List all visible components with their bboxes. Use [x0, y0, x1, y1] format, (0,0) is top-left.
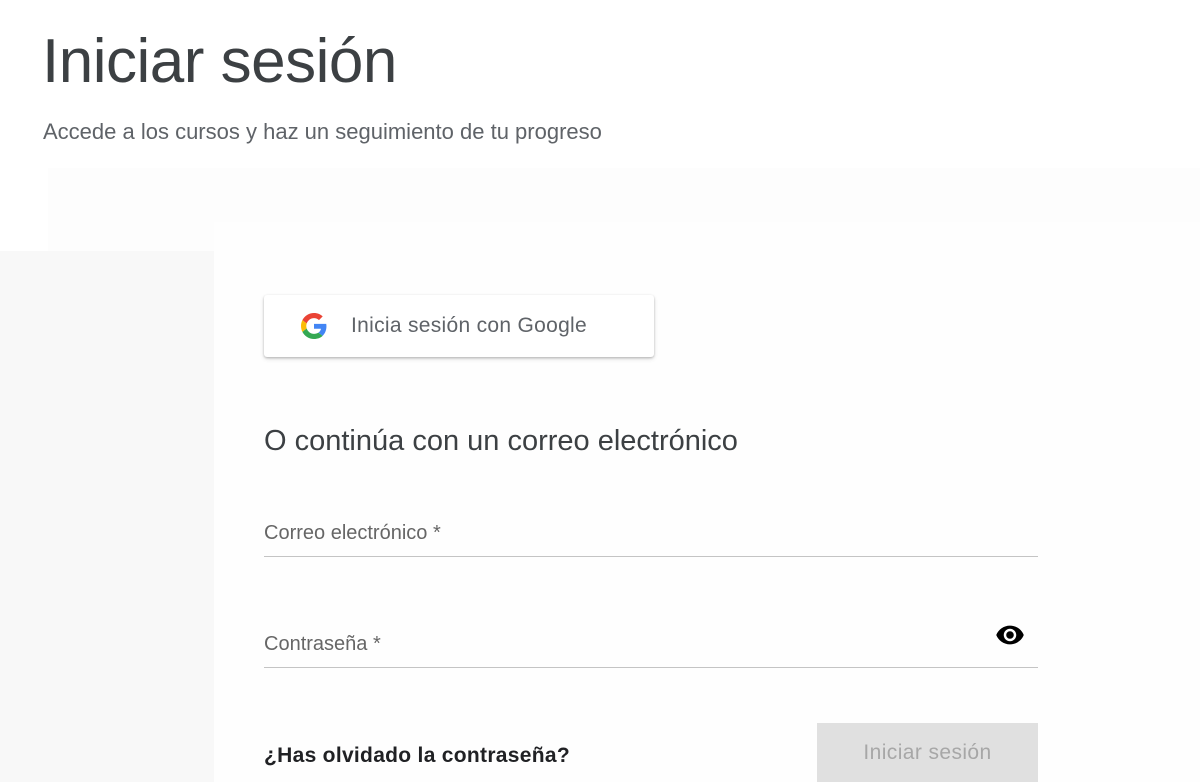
email-input[interactable]: [264, 510, 988, 558]
forgot-password-link[interactable]: ¿Has olvidado la contraseña?: [264, 742, 570, 770]
page-title: Iniciar sesión: [42, 27, 397, 96]
page-subtitle: Accede a los cursos y haz un seguimiento…: [43, 119, 602, 144]
left-side-panel: [0, 251, 214, 782]
google-signin-label: Inicia sesión con Google: [351, 314, 588, 337]
eye-icon: [996, 625, 1024, 645]
password-field[interactable]: Contraseña *: [264, 621, 1038, 669]
toggle-password-visibility-button[interactable]: [992, 620, 1028, 650]
email-section-title: O continúa con un correo electrónico: [264, 425, 738, 457]
submit-login-button[interactable]: Iniciar sesión: [817, 723, 1038, 782]
email-field[interactable]: Correo electrónico *: [264, 510, 1038, 558]
google-signin-button[interactable]: Inicia sesión con Google: [264, 295, 654, 357]
password-input[interactable]: [264, 621, 988, 669]
google-logo-icon: [301, 313, 327, 339]
